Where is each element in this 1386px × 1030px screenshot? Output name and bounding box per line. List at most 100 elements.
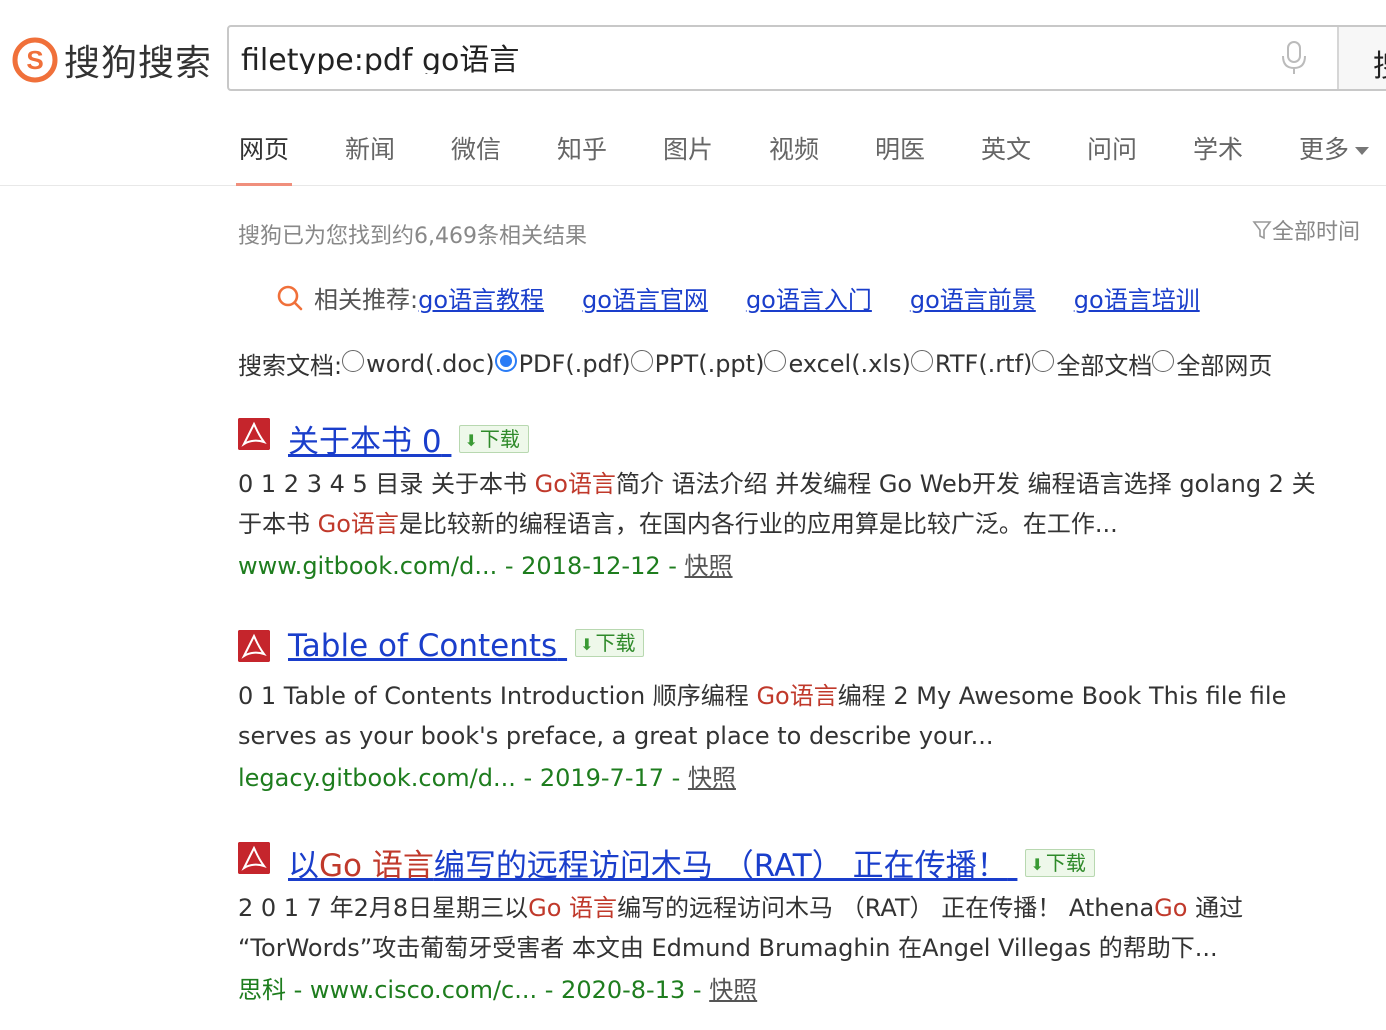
search-button[interactable]: 搜 bbox=[1337, 27, 1386, 89]
title-highlight: Go 语言 bbox=[319, 848, 434, 884]
search-icon bbox=[277, 285, 303, 310]
doc-filter-label: 搜索文档: bbox=[238, 352, 343, 380]
result-source: 思科 bbox=[238, 976, 286, 1004]
logo-text: 搜狗搜索 bbox=[64, 43, 213, 84]
tab-images[interactable]: 图片 bbox=[663, 130, 713, 186]
tab-english[interactable]: 英文 bbox=[981, 130, 1031, 186]
tab-wenwen[interactable]: 问问 bbox=[1087, 130, 1137, 186]
vertical-tabs: 网页 新闻 微信 知乎 图片 视频 明医 英文 问问 学术 更多 bbox=[0, 110, 1386, 186]
pdf-icon bbox=[238, 842, 270, 874]
option-label: word(.doc) bbox=[366, 349, 495, 378]
result-meta: www.gitbook.com/d... - 2018-12-12 - 快照 bbox=[238, 552, 733, 580]
snippet-text: 编写的远程访问木马 （RAT） 正在传播！ Athena bbox=[617, 894, 1155, 922]
pdf-icon bbox=[238, 418, 270, 450]
result-snippet: 2 0 1 7 年2月8日星期三以Go 语言编写的远程访问木马 （RAT） 正在… bbox=[238, 888, 1338, 968]
search-result: Table of Contents ⬇ 下载 0 1 Table of Conte… bbox=[238, 628, 1358, 800]
tab-label: 网页 bbox=[239, 135, 290, 164]
result-date: 2019-7-17 bbox=[539, 764, 665, 792]
snippet-highlight: Go语言 bbox=[534, 470, 616, 498]
doc-option-all-docs[interactable]: 全部文档 bbox=[1032, 346, 1152, 381]
option-label: excel(.xls) bbox=[788, 349, 911, 378]
radio-button[interactable] bbox=[630, 349, 653, 372]
snapshot-link[interactable]: 快照 bbox=[709, 976, 757, 1004]
tab-label: 明医 bbox=[875, 135, 926, 164]
download-label: 下载 bbox=[479, 427, 520, 451]
tab-label: 微信 bbox=[451, 135, 502, 164]
radio-button[interactable] bbox=[342, 349, 365, 372]
related-link[interactable]: go语言教程 bbox=[418, 280, 544, 315]
doc-option-ppt[interactable]: PPT(.ppt) bbox=[630, 349, 765, 378]
tab-videos[interactable]: 视频 bbox=[769, 130, 819, 186]
result-date: 2018-12-12 bbox=[521, 552, 661, 580]
snapshot-link[interactable]: 快照 bbox=[685, 552, 733, 580]
result-url[interactable]: www.gitbook.com/d... bbox=[238, 552, 497, 580]
download-badge[interactable]: ⬇ 下载 bbox=[575, 629, 645, 657]
snippet-text: 2 0 1 7 年2月8日星期三以 bbox=[238, 894, 529, 922]
related-link[interactable]: go语言官网 bbox=[582, 280, 708, 315]
radio-button[interactable] bbox=[910, 349, 933, 372]
radio-button[interactable] bbox=[1032, 349, 1055, 372]
doc-type-filter: 搜索文档: word(.doc) PDF(.pdf) PPT(.ppt) exc… bbox=[238, 346, 1272, 381]
snippet-highlight: Go 语言 bbox=[528, 894, 618, 922]
tab-label: 视频 bbox=[769, 135, 820, 164]
option-label: PPT(.ppt) bbox=[654, 349, 765, 378]
download-arrow-icon: ⬇ bbox=[1030, 855, 1044, 874]
tab-weixin[interactable]: 微信 bbox=[451, 130, 501, 186]
search-box: 搜 bbox=[227, 25, 1386, 91]
filter-icon bbox=[1252, 221, 1272, 240]
time-filter[interactable]: 全部时间 bbox=[1252, 214, 1360, 246]
snippet-highlight: Go语言 bbox=[317, 510, 399, 538]
sogou-logo[interactable]: S 搜狗搜索 bbox=[12, 34, 212, 86]
tab-label: 学术 bbox=[1193, 135, 1244, 164]
related-link[interactable]: go语言入门 bbox=[746, 280, 872, 315]
radio-button-checked[interactable] bbox=[494, 349, 517, 372]
tab-label: 问问 bbox=[1087, 135, 1138, 164]
download-badge[interactable]: ⬇ 下载 bbox=[1025, 849, 1095, 877]
tab-scholar[interactable]: 学术 bbox=[1193, 130, 1243, 186]
result-url[interactable]: www.cisco.com/c... bbox=[310, 976, 537, 1004]
download-arrow-icon: ⬇ bbox=[580, 635, 594, 654]
pdf-icon bbox=[238, 630, 270, 662]
download-label: 下载 bbox=[595, 631, 636, 655]
snippet-highlight: Go bbox=[1154, 894, 1188, 922]
doc-option-rtf[interactable]: RTF(.rtf) bbox=[910, 349, 1033, 378]
tab-label: 新闻 bbox=[345, 135, 396, 164]
tab-mingyi[interactable]: 明医 bbox=[875, 130, 925, 186]
related-link[interactable]: go语言培训 bbox=[1074, 280, 1200, 315]
tab-label: 知乎 bbox=[557, 135, 608, 164]
tab-label: 图片 bbox=[663, 135, 714, 164]
result-title-link[interactable]: 以Go 语言编写的远程访问木马 （RAT） 正在传播！ ⬇ 下载 bbox=[288, 840, 1095, 885]
tab-label: 英文 bbox=[981, 135, 1032, 164]
result-title-link[interactable]: Table of Contents ⬇ 下载 bbox=[288, 628, 645, 664]
doc-option-pdf[interactable]: PDF(.pdf) bbox=[494, 349, 631, 378]
result-meta: legacy.gitbook.com/d... - 2019-7-17 - 快照 bbox=[238, 764, 736, 792]
search-button-label: 搜 bbox=[1373, 41, 1386, 85]
microphone-icon[interactable] bbox=[1279, 40, 1309, 76]
result-title-link[interactable]: 关于本书 0 ⬇ 下载 bbox=[288, 416, 529, 461]
snippet-text: 是比较新的编程语言，在国内各行业的应用算是比较广泛。在工作... bbox=[398, 510, 1118, 538]
sogou-logo-icon: S bbox=[12, 37, 58, 83]
search-result: 关于本书 0 ⬇ 下载 0 1 2 3 4 5 目录 关于本书 Go语言简介 语法… bbox=[238, 418, 1358, 588]
snapshot-link[interactable]: 快照 bbox=[688, 764, 736, 792]
result-title: 关于本书 0 bbox=[288, 424, 442, 460]
doc-option-excel[interactable]: excel(.xls) bbox=[764, 349, 911, 378]
radio-button[interactable] bbox=[764, 349, 787, 372]
related-link[interactable]: go语言前景 bbox=[910, 280, 1036, 315]
download-badge[interactable]: ⬇ 下载 bbox=[459, 425, 529, 453]
tab-news[interactable]: 新闻 bbox=[345, 130, 395, 186]
option-label: RTF(.rtf) bbox=[934, 349, 1033, 378]
tab-zhihu[interactable]: 知乎 bbox=[557, 130, 607, 186]
doc-option-all-web[interactable]: 全部网页 bbox=[1152, 346, 1272, 381]
doc-option-word[interactable]: word(.doc) bbox=[342, 349, 495, 378]
option-label: PDF(.pdf) bbox=[518, 349, 631, 378]
svg-text:S: S bbox=[26, 45, 43, 75]
tab-more[interactable]: 更多 bbox=[1299, 130, 1370, 186]
result-title: Table of Contents bbox=[288, 628, 558, 664]
search-input[interactable] bbox=[241, 39, 1241, 74]
radio-button[interactable] bbox=[1152, 349, 1175, 372]
tab-web[interactable]: 网页 bbox=[235, 130, 293, 186]
result-title: 编写的远程访问木马 （RAT） 正在传播！ bbox=[433, 848, 1008, 884]
chevron-down-icon bbox=[1355, 147, 1370, 155]
result-count: 搜狗已为您找到约6,469条相关结果 bbox=[238, 224, 587, 249]
result-url[interactable]: legacy.gitbook.com/d... bbox=[238, 764, 516, 792]
